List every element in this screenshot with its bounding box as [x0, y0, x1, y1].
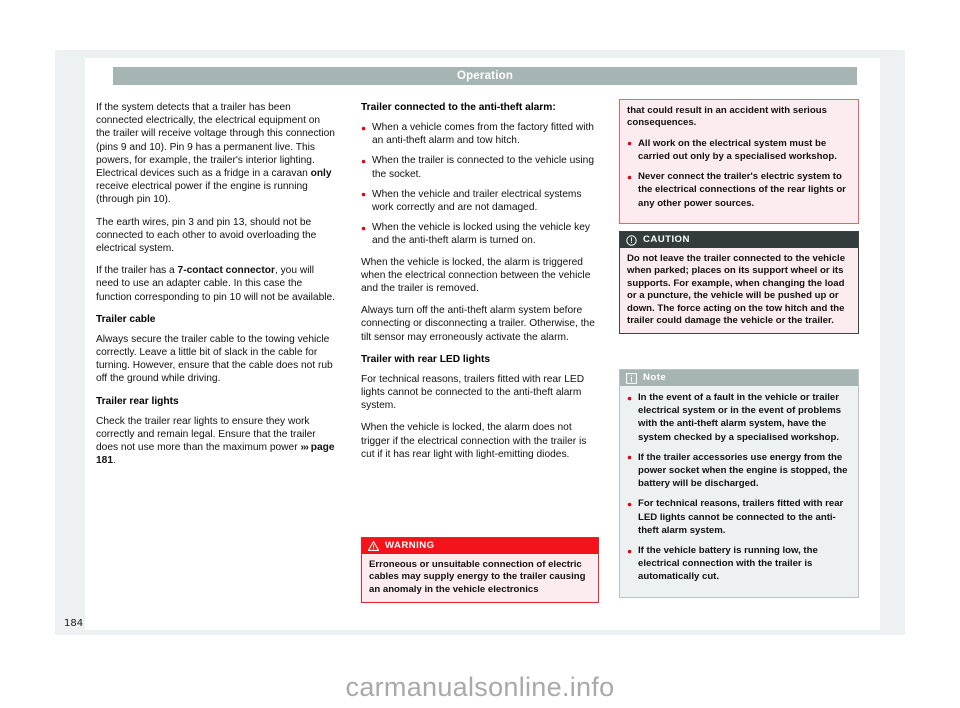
warning-continued-body: that could result in an accident with se…	[620, 100, 858, 223]
list-item: All work on the electrical system must b…	[627, 136, 851, 163]
subheading-trailer-rear-lights: Trailer rear lights	[96, 395, 179, 407]
warning-box-label: WARNING	[385, 540, 435, 551]
caution-callout-box: CAUTION Do not leave the trailer connect…	[619, 231, 859, 335]
paragraph-led-not-connected: For technical reasons, trailers fitted w…	[361, 373, 585, 412]
list-item: When the vehicle and trailer electrical …	[361, 187, 599, 214]
list-item: Never connect the trailer's electric sys…	[627, 170, 851, 210]
paragraph-text-part: If the system detects that a trailer has…	[96, 102, 335, 180]
note-box-body: In the event of a fault in the vehicle o…	[620, 386, 858, 597]
caution-box-header: CAUTION	[620, 232, 858, 248]
left-text-column: If the system detects that a trailer has…	[96, 101, 336, 476]
caution-box-text: Do not leave the trailer connected to th…	[627, 253, 846, 327]
warning-callout-box: WARNING Erroneous or unsuitable connecti…	[361, 537, 599, 604]
warning-triangle-icon	[368, 541, 379, 551]
info-square-icon	[626, 372, 637, 384]
list-item: For technical reasons, trailers fitted w…	[627, 497, 851, 537]
caution-box-body: Do not leave the trailer connected to th…	[620, 248, 858, 334]
subheading-trailer-led-lights: Trailer with rear LED lights	[361, 353, 491, 365]
subheading-trailer-cable: Trailer cable	[96, 313, 156, 325]
warning-box-body: Erroneous or unsuitable connection of el…	[362, 554, 598, 603]
running-head: Operation	[113, 67, 857, 85]
emphasis-7-contact-connector: 7-contact connector	[177, 265, 275, 277]
paragraph-earth-wires: The earth wires, pin 3 and pin 13, shoul…	[96, 216, 317, 255]
warning-box-text: Erroneous or unsuitable connection of el…	[369, 559, 586, 595]
note-callout-box: Note In the event of a fault in the vehi…	[619, 369, 859, 598]
list-item: When a vehicle comes from the factory fi…	[361, 120, 599, 147]
subheading-trailer-connected-alarm: Trailer connected to the anti-theft alar…	[361, 102, 556, 113]
note-box-label: Note	[643, 372, 667, 383]
list-item: When the trailer is connected to the veh…	[361, 154, 599, 180]
bullet-list-alarm-conditions: When a vehicle comes from the factory fi…	[361, 120, 599, 248]
paragraph-electrical-equipment: If the system detects that a trailer has…	[96, 101, 336, 207]
paragraph-text-part: If the trailer has a	[96, 265, 178, 277]
middle-text-column: Trailer connected to the anti-theft alar…	[361, 101, 599, 470]
warning-continued-text: that could result in an accident with se…	[627, 105, 827, 129]
paragraph-trailer-rear-lights: Check the trailer rear lights to ensure …	[96, 415, 336, 468]
exclamation-circle-icon	[626, 234, 637, 246]
paragraph-trailer-cable: Always secure the trailer cable to the t…	[96, 333, 333, 385]
list-item: When the vehicle is locked using the veh…	[361, 221, 599, 247]
document-page-viewer: Operation If the system detects that a t…	[0, 0, 960, 708]
list-item: If the vehicle battery is running low, t…	[627, 544, 851, 584]
page-number: 184	[64, 618, 84, 629]
watermark-text: carmanualsonline.info	[345, 672, 615, 702]
bullet-list-warning-continued: All work on the electrical system must b…	[627, 136, 851, 210]
page-reference-arrow-icon[interactable]: ›››	[300, 441, 308, 453]
paragraph-7-contact-connector: If the trailer has a 7-contact connector…	[96, 264, 336, 304]
paragraph-alarm-triggered: When the vehicle is locked, the alarm is…	[361, 256, 591, 295]
paragraph-text-part: receive electrical power if the engine i…	[96, 181, 308, 206]
emphasis-only: only	[310, 168, 332, 180]
list-item: In the event of a fault in the vehicle o…	[627, 391, 851, 444]
note-box-header: Note	[620, 370, 858, 386]
paragraph-turn-off-alarm: Always turn off the anti-theft alarm sys…	[361, 305, 595, 343]
warning-continued-callout-box: that could result in an accident with se…	[619, 99, 859, 224]
paragraph-text-part: .	[113, 455, 116, 467]
paragraph-led-alarm-not-trigger: When the vehicle is locked, the alarm do…	[361, 422, 587, 460]
paragraph-text-part: Check the trailer rear lights to ensure …	[96, 415, 316, 454]
caution-box-label: CAUTION	[643, 234, 690, 245]
list-item: If the trailer accessories use energy fr…	[627, 450, 851, 491]
warning-box-header: WARNING	[362, 538, 598, 554]
bullet-list-note: In the event of a fault in the vehicle o…	[627, 391, 851, 584]
